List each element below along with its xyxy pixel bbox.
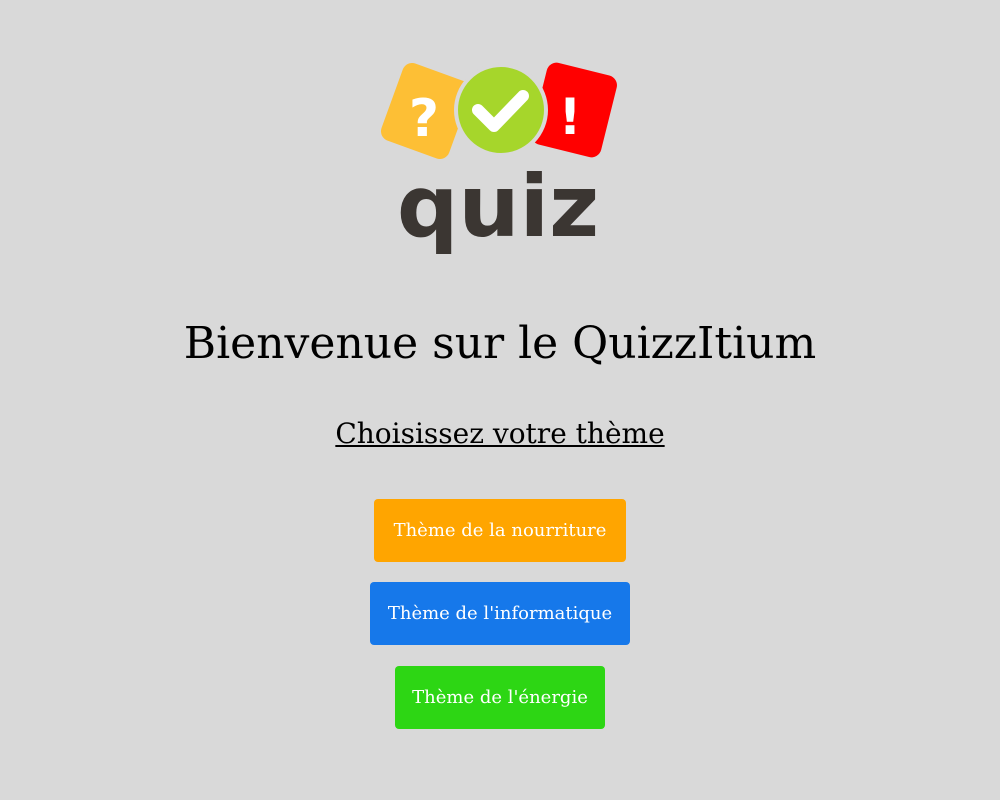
svg-text:!: ! — [559, 88, 582, 146]
theme-computing-button[interactable]: Thème de l'informatique — [370, 582, 630, 645]
theme-food-button[interactable]: Thème de la nourriture — [374, 499, 626, 562]
theme-energy-button[interactable]: Thème de l'énergie — [395, 666, 605, 729]
page-subtitle: Choisissez votre thème — [335, 417, 665, 450]
page-title: Bienvenue sur le QuizzItium — [183, 318, 817, 369]
svg-text:?: ? — [409, 89, 439, 149]
quiz-logo: ? ! quiz — [380, 58, 620, 268]
logo-wordmark: quiz — [397, 157, 599, 257]
checkmark-icon — [454, 63, 548, 157]
